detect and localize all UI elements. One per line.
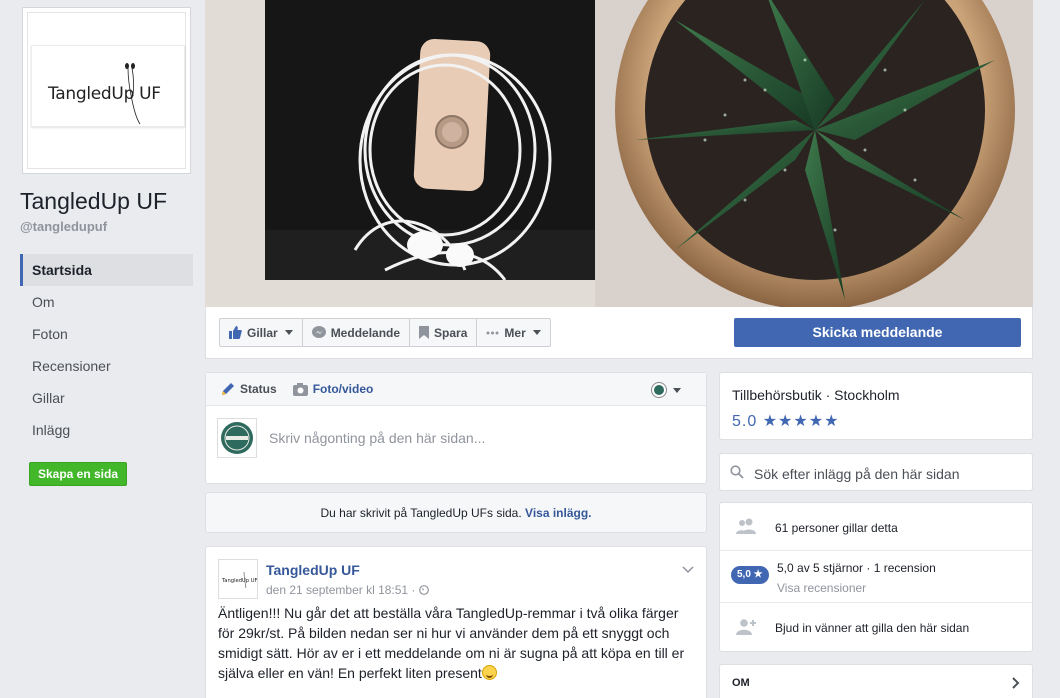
page-category[interactable]: Tillbehörsbutik · Stockholm <box>732 387 900 403</box>
search-input[interactable]: Sök efter inlägg på den här sidan <box>754 466 959 482</box>
nav-item-gillar[interactable]: Gillar <box>20 382 193 414</box>
post-author-avatar[interactable]: TangledUp UF <box>218 559 258 599</box>
people-icon <box>736 518 756 534</box>
profile-picture[interactable]: TangledUp UF <box>22 7 191 174</box>
more-dots-icon <box>486 331 499 334</box>
community-card: 61 personer gillar detta 5,0 ★ 5,0 av 5 … <box>719 502 1033 652</box>
composer-input[interactable]: Skriv någonting på den här sidan... <box>269 430 485 446</box>
chevron-down-icon <box>682 566 694 574</box>
composer-header: Status Foto/video <box>206 373 706 406</box>
grinning-emoji-icon <box>481 665 497 680</box>
chevron-down-icon <box>532 330 541 335</box>
post-meta: den 21 september kl 18:51 · <box>266 583 430 597</box>
about-card[interactable]: OM <box>719 664 1033 698</box>
save-button[interactable]: Spara <box>410 319 478 346</box>
composer-avatar <box>217 418 257 458</box>
tab-status[interactable]: Status <box>221 382 277 396</box>
page-info-card: Tillbehörsbutik · Stockholm 5.0 ★★★★★ <box>719 372 1033 440</box>
svg-text:TangledUp UF: TangledUp UF <box>221 578 257 584</box>
like-button[interactable]: Gillar <box>220 319 303 346</box>
globe-icon <box>419 585 430 595</box>
pencil-icon <box>222 383 234 395</box>
cover-image <box>205 0 1033 307</box>
page-avatar-small-icon <box>651 382 667 398</box>
post-author-name[interactable]: TangledUp UF <box>266 562 360 578</box>
page-search[interactable]: Sök efter inlägg på den här sidan <box>719 453 1033 491</box>
camera-icon <box>292 382 308 396</box>
tab-photo-video-label: Foto/video <box>312 382 374 396</box>
more-button-label: Mer <box>504 325 526 340</box>
cover-photo[interactable] <box>205 0 1033 307</box>
wallcraft-logo-icon <box>221 422 253 454</box>
nav-item-inlagg[interactable]: Inlägg <box>20 414 193 446</box>
about-title: OM <box>732 677 750 689</box>
more-button[interactable]: Mer <box>477 319 549 346</box>
nav-item-foton[interactable]: Foton <box>20 318 193 350</box>
likes-row[interactable]: 61 personer gillar detta <box>720 503 1032 551</box>
posted-notice: Du har skrivit på TangledUp UFs sida. Vi… <box>205 492 707 533</box>
invite-row[interactable]: Bjud in vänner att gilla den här sidan <box>720 603 1032 653</box>
post-composer: Status Foto/video Skriv någonting på den… <box>205 372 707 484</box>
thumbs-up-icon <box>229 326 242 339</box>
add-friend-icon <box>736 619 756 635</box>
earphones-logo-icon: TangledUp UF <box>219 560 257 598</box>
page-action-bar: Gillar Meddelande Spara Mer Skicka medde… <box>205 307 1033 359</box>
logo-text: TangledUp UF <box>48 84 161 104</box>
audience-selector[interactable] <box>651 382 681 398</box>
post-body: Äntligen!!! Nu går det att beställa våra… <box>218 603 698 683</box>
profile-picture-frame: TangledUp UF <box>27 12 186 169</box>
tab-photo-video[interactable]: Foto/video <box>292 382 374 396</box>
view-reviews-link[interactable]: Visa recensioner <box>777 581 866 595</box>
nav-item-om[interactable]: Om <box>20 286 193 318</box>
post-options-button[interactable] <box>682 561 694 579</box>
messenger-icon <box>311 326 326 338</box>
send-message-button[interactable]: Skicka meddelande <box>734 318 1021 347</box>
nav-item-startsida[interactable]: Startsida <box>20 254 193 286</box>
posted-notice-text: Du har skrivit på TangledUp UFs sida. <box>320 506 522 520</box>
page-title[interactable]: TangledUp UF <box>20 188 167 215</box>
chevron-down-icon <box>284 330 293 335</box>
search-icon <box>730 465 744 479</box>
page-rating[interactable]: 5.0 ★★★★★ <box>732 411 839 431</box>
tab-status-label: Status <box>240 382 277 396</box>
message-button[interactable]: Meddelande <box>303 319 411 346</box>
chevron-right-icon <box>1012 677 1020 689</box>
rating-badge: 5,0 ★ <box>731 566 769 584</box>
logo-card: TangledUp UF <box>31 45 185 127</box>
composer-body: Skriv någonting på den här sidan... <box>206 406 706 484</box>
like-button-label: Gillar <box>247 325 278 340</box>
view-posts-link[interactable]: Visa inlägg. <box>525 506 591 520</box>
invite-friends-link: Bjud in vänner att gilla den här sidan <box>775 621 970 635</box>
rating-summary: 5,0 av 5 stjärnor · 1 recension <box>777 561 936 575</box>
page-handle[interactable]: @tangledupuf <box>20 219 107 234</box>
create-page-button[interactable]: Skapa en sida <box>29 462 127 486</box>
message-button-label: Meddelande <box>330 325 401 340</box>
feed-post: TangledUp UF TangledUp UF den 21 septemb… <box>205 546 707 698</box>
rating-row[interactable]: 5,0 ★ 5,0 av 5 stjärnor · 1 recension Vi… <box>720 551 1032 603</box>
page-actions-group: Gillar Meddelande Spara Mer <box>219 318 551 347</box>
nav-item-recensioner[interactable]: Recensioner <box>20 350 193 382</box>
likes-count: 61 personer gillar detta <box>775 521 898 535</box>
left-navigation: Startsida Om Foton Recensioner Gillar In… <box>20 254 193 446</box>
post-body-text: Äntligen!!! Nu går det att beställa våra… <box>218 605 685 681</box>
chevron-down-icon <box>673 387 681 393</box>
save-button-label: Spara <box>434 325 468 340</box>
bookmark-icon <box>419 326 430 339</box>
post-timestamp[interactable]: den 21 september kl 18:51 · <box>266 583 415 597</box>
